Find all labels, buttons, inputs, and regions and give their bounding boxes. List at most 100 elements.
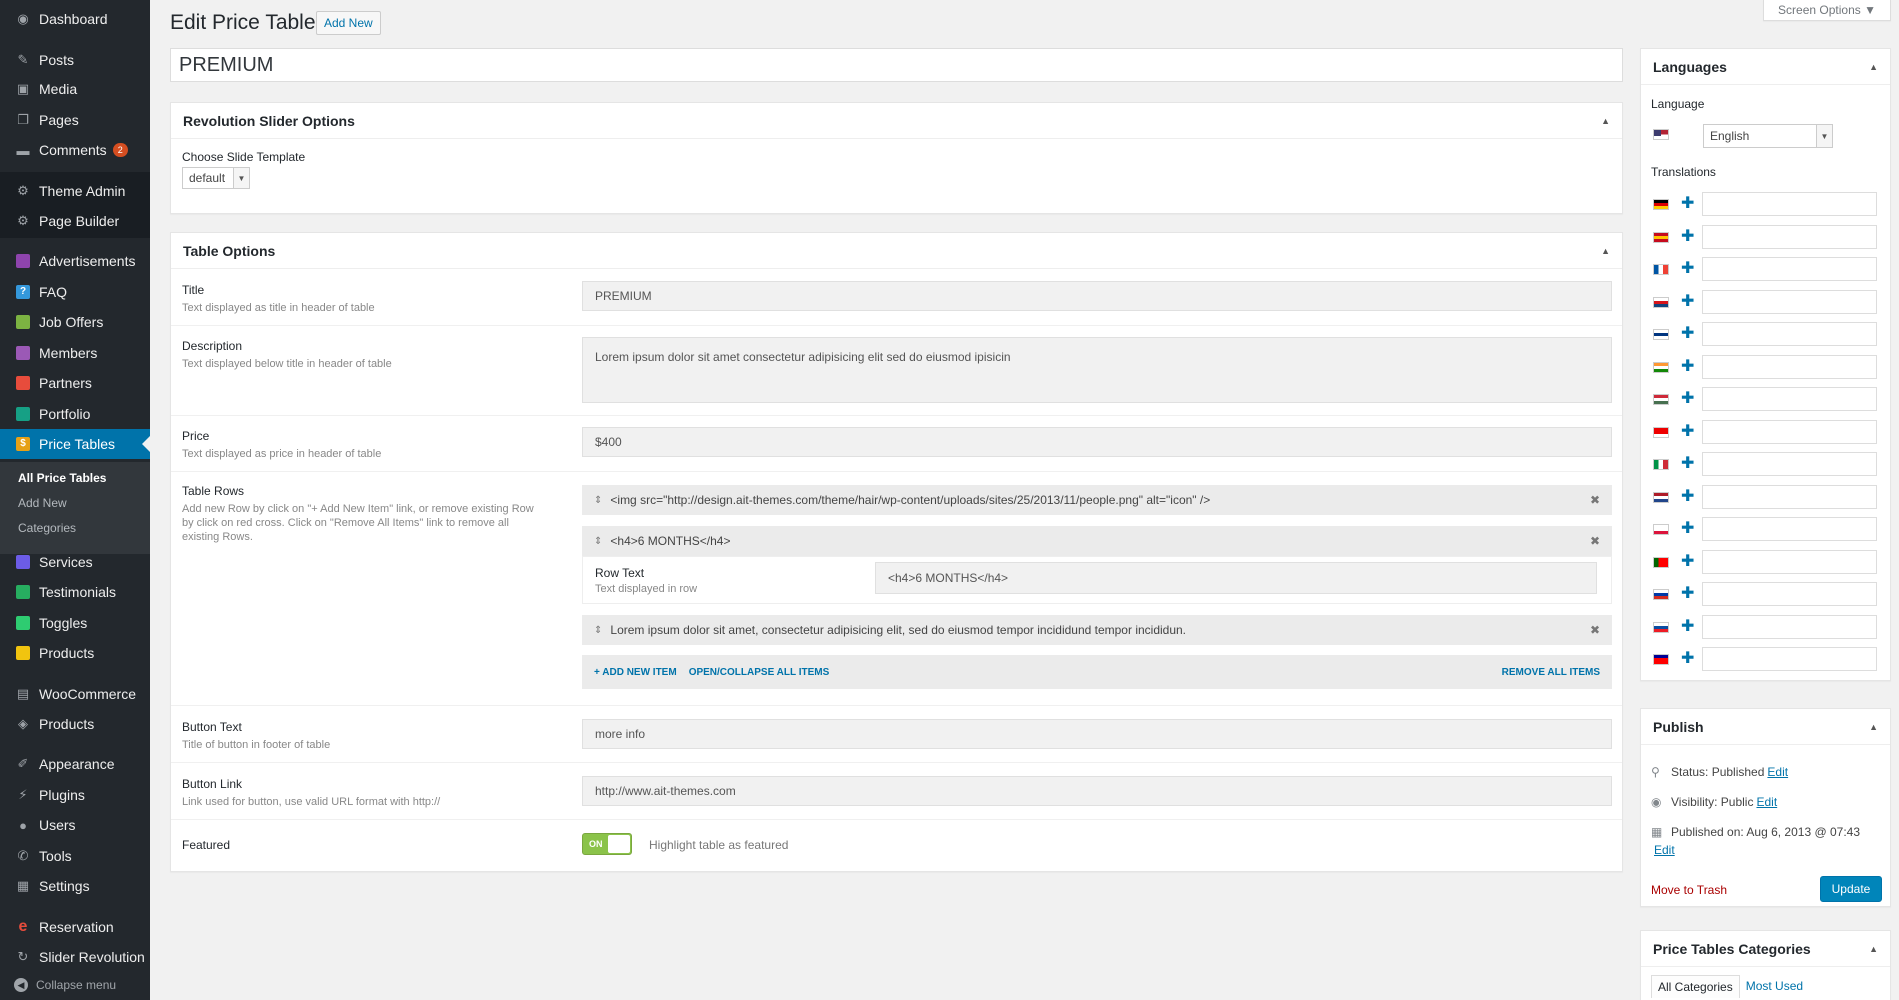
collapse-arrow-icon[interactable]: ▲ — [1869, 722, 1878, 732]
menu-item-posts[interactable]: ✎ Posts — [0, 45, 150, 75]
collapse-menu-button[interactable]: ◀ Collapse menu — [14, 978, 116, 992]
translation-input[interactable] — [1702, 387, 1877, 411]
menu-item-comments[interactable]: ▬ Comments 2 — [0, 135, 150, 165]
translation-input[interactable] — [1702, 452, 1877, 476]
update-button[interactable]: Update — [1820, 876, 1882, 902]
button-link-input[interactable]: http://www.ait-themes.com — [582, 776, 1612, 806]
menu-item-plugins[interactable]: ⚡ Plugins — [0, 780, 150, 810]
add-translation-icon[interactable]: ✚ — [1681, 391, 1694, 407]
submenu-all-price-tables[interactable]: All Price Tables — [18, 471, 106, 485]
table-row-item[interactable]: ⇕ <img src="http://design.ait-themes.com… — [582, 485, 1612, 515]
menu-item-faq[interactable]: ? FAQ — [0, 277, 150, 307]
language-select[interactable]: English ▼ — [1703, 124, 1833, 148]
remove-row-icon[interactable]: ✖ — [1590, 623, 1600, 637]
description-textarea[interactable]: Lorem ipsum dolor sit amet consectetur a… — [582, 337, 1612, 403]
add-new-item-link[interactable]: + ADD NEW ITEM — [594, 667, 677, 678]
drag-handle-icon[interactable]: ⇕ — [594, 495, 602, 506]
add-translation-icon[interactable]: ✚ — [1681, 196, 1694, 212]
publish-header[interactable]: Publish ▲ — [1641, 709, 1890, 745]
row-text-input[interactable]: <h4>6 MONTHS</h4> — [875, 562, 1597, 594]
add-translation-icon[interactable]: ✚ — [1681, 261, 1694, 277]
menu-item-users[interactable]: ● Users — [0, 810, 150, 840]
button-text-input[interactable]: more info — [582, 719, 1612, 749]
menu-item-testimonials[interactable]: Testimonials — [0, 577, 150, 607]
edit-status-link[interactable]: Edit — [1767, 765, 1788, 779]
menu-item-members[interactable]: Members — [0, 338, 150, 368]
submenu-categories[interactable]: Categories — [18, 521, 76, 535]
translation-input[interactable] — [1702, 549, 1877, 574]
remove-row-icon[interactable]: ✖ — [1590, 493, 1600, 507]
menu-item-page-builder[interactable]: ⚙ Page Builder — [0, 206, 150, 236]
menu-item-reservation[interactable]: e Reservation — [0, 912, 150, 942]
collapse-arrow-icon[interactable]: ▲ — [1601, 116, 1610, 126]
translation-input[interactable] — [1702, 224, 1877, 249]
categories-header[interactable]: Price Tables Categories ▲ — [1641, 931, 1890, 967]
translation-input[interactable] — [1702, 257, 1877, 281]
menu-item-slider-revolution[interactable]: ↻ Slider Revolution — [0, 942, 150, 972]
slide-template-select[interactable]: default ▼ — [182, 167, 250, 189]
add-new-button[interactable]: Add New — [316, 11, 381, 35]
menu-item-media[interactable]: ▣ Media — [0, 74, 150, 104]
post-title-input[interactable]: PREMIUM — [170, 48, 1623, 82]
translation-input[interactable] — [1702, 582, 1877, 606]
screen-options-button[interactable]: Screen Options ▼ — [1763, 0, 1891, 21]
title-input[interactable]: PREMIUM — [582, 281, 1612, 311]
collapse-arrow-icon[interactable]: ▲ — [1601, 246, 1610, 256]
add-translation-icon[interactable]: ✚ — [1681, 358, 1694, 375]
translation-input[interactable] — [1702, 289, 1877, 314]
open-collapse-all-link[interactable]: OPEN/COLLAPSE ALL ITEMS — [689, 667, 830, 678]
menu-item-services[interactable]: Services — [0, 547, 150, 577]
add-translation-icon[interactable]: ✚ — [1681, 423, 1694, 440]
add-translation-icon[interactable]: ✚ — [1681, 228, 1694, 245]
translation-input[interactable] — [1702, 614, 1877, 639]
menu-item-theme-admin[interactable]: ⚙ Theme Admin — [0, 176, 150, 206]
menu-item-pages[interactable]: ❐ Pages — [0, 105, 150, 135]
menu-item-products[interactable]: ◈ Products — [0, 709, 150, 739]
add-translation-icon[interactable]: ✚ — [1681, 293, 1694, 310]
slider-options-header[interactable]: Revolution Slider Options ▲ — [171, 103, 1622, 139]
translation-input[interactable] — [1702, 322, 1877, 346]
menu-item-woocommerce[interactable]: ▤ WooCommerce — [0, 679, 150, 709]
edit-date-link[interactable]: Edit — [1654, 843, 1675, 857]
edit-visibility-link[interactable]: Edit — [1756, 795, 1777, 809]
table-row-item[interactable]: ⇕ Lorem ipsum dolor sit amet, consectetu… — [582, 615, 1612, 645]
translation-input[interactable] — [1702, 647, 1877, 671]
menu-item-appearance[interactable]: ✐ Appearance — [0, 749, 150, 779]
remove-row-icon[interactable]: ✖ — [1590, 534, 1600, 548]
submenu-add-new[interactable]: Add New — [18, 496, 67, 510]
drag-handle-icon[interactable]: ⇕ — [594, 625, 602, 636]
add-translation-icon[interactable]: ✚ — [1681, 456, 1694, 472]
translation-input[interactable] — [1702, 484, 1877, 509]
tab-all-categories[interactable]: All Categories — [1651, 975, 1740, 998]
menu-item-job-offers[interactable]: Job Offers — [0, 307, 150, 337]
menu-item-price-tables[interactable]: $ Price Tables — [0, 429, 150, 459]
featured-toggle[interactable]: ON — [582, 833, 632, 855]
translation-input[interactable] — [1702, 192, 1877, 216]
tab-most-used[interactable]: Most Used — [1740, 975, 1809, 998]
add-translation-icon[interactable]: ✚ — [1681, 326, 1694, 342]
price-input[interactable]: $400 — [582, 427, 1612, 457]
menu-item-portfolio[interactable]: Portfolio — [0, 399, 150, 429]
menu-item-advertisements[interactable]: Advertisements — [0, 246, 150, 276]
languages-header[interactable]: Languages ▲ — [1641, 49, 1890, 85]
add-translation-icon[interactable]: ✚ — [1681, 618, 1694, 635]
add-translation-icon[interactable]: ✚ — [1681, 651, 1694, 667]
table-options-header[interactable]: Table Options ▲ — [171, 233, 1622, 269]
menu-item-dashboard[interactable]: ◉ Dashboard — [0, 4, 150, 34]
collapse-arrow-icon[interactable]: ▲ — [1869, 944, 1878, 954]
add-translation-icon[interactable]: ✚ — [1681, 488, 1694, 505]
translation-input[interactable] — [1702, 354, 1877, 379]
menu-item-tools[interactable]: ✆ Tools — [0, 841, 150, 871]
collapse-arrow-icon[interactable]: ▲ — [1869, 62, 1878, 72]
drag-handle-icon[interactable]: ⇕ — [594, 536, 602, 547]
add-translation-icon[interactable]: ✚ — [1681, 553, 1694, 570]
translation-input[interactable] — [1702, 517, 1877, 541]
table-row-item[interactable]: ⇕ <h4>6 MONTHS</h4> ✖ — [582, 526, 1612, 556]
move-to-trash-link[interactable]: Move to Trash — [1651, 883, 1727, 897]
menu-item-products[interactable]: Products — [0, 638, 150, 668]
remove-all-items-link[interactable]: REMOVE ALL ITEMS — [1502, 667, 1600, 678]
menu-item-settings[interactable]: ▦ Settings — [0, 871, 150, 901]
translation-input[interactable] — [1702, 419, 1877, 444]
add-translation-icon[interactable]: ✚ — [1681, 586, 1694, 602]
add-translation-icon[interactable]: ✚ — [1681, 521, 1694, 537]
